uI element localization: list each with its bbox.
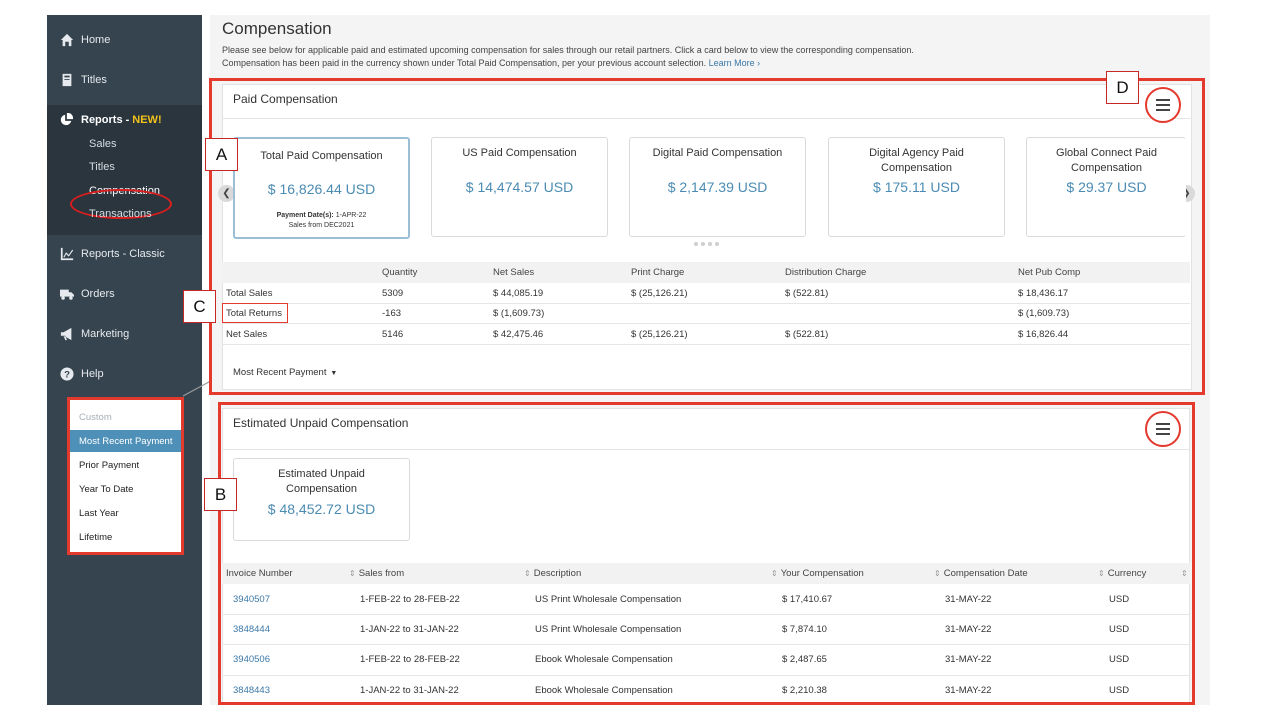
nav-reports-classic[interactable]: Reports - Classic bbox=[47, 239, 202, 269]
dropdown-option-custom[interactable]: Custom bbox=[70, 406, 181, 428]
nav-orders-label: Orders bbox=[81, 288, 115, 300]
home-icon bbox=[59, 33, 75, 47]
nav-reports-sales[interactable]: Sales bbox=[89, 138, 117, 150]
paid-section-highlight bbox=[209, 78, 1205, 395]
page-title: Compensation bbox=[222, 19, 332, 38]
dropdown-option-lifetime[interactable]: Lifetime bbox=[70, 526, 181, 548]
annotation-label-c: C bbox=[183, 290, 216, 323]
dropdown-option-ytd[interactable]: Year To Date bbox=[70, 478, 181, 500]
nav-titles[interactable]: Titles bbox=[47, 65, 202, 95]
pie-chart-icon bbox=[59, 113, 75, 127]
unpaid-section-highlight bbox=[218, 402, 1195, 705]
line-chart-icon bbox=[59, 247, 75, 261]
page: Home Titles Reports - NEW! Sales Titles … bbox=[0, 0, 1280, 720]
nav-reports-label: Reports - bbox=[81, 114, 130, 126]
nav-reports-transactions[interactable]: Transactions bbox=[89, 208, 152, 220]
megaphone-icon bbox=[59, 327, 75, 341]
book-icon bbox=[59, 73, 75, 87]
help-icon: ? bbox=[59, 367, 75, 381]
intro-text: Please see below for applicable paid and… bbox=[222, 44, 1042, 70]
nav-marketing[interactable]: Marketing bbox=[47, 319, 202, 349]
annotation-label-d: D bbox=[1106, 71, 1139, 104]
dropdown-option-prior[interactable]: Prior Payment bbox=[70, 454, 181, 476]
nav-reports-titles[interactable]: Titles bbox=[89, 161, 115, 173]
nav-titles-label: Titles bbox=[81, 74, 107, 86]
truck-icon bbox=[59, 287, 75, 301]
intro-line-1: Please see below for applicable paid and… bbox=[222, 45, 914, 55]
new-badge: NEW! bbox=[132, 114, 162, 126]
nav-home-label: Home bbox=[81, 34, 111, 46]
reports-section: Reports - NEW! Sales Titles Compensation… bbox=[47, 105, 202, 235]
dropdown-option-most-recent[interactable]: Most Recent Payment bbox=[70, 430, 181, 452]
svg-text:?: ? bbox=[64, 370, 70, 381]
nav-help-label: Help bbox=[81, 368, 104, 380]
dropdown-option-last-year[interactable]: Last Year bbox=[70, 502, 181, 524]
intro-line-2: Compensation has been paid in the curren… bbox=[222, 58, 707, 68]
annotation-label-b: B bbox=[204, 478, 237, 511]
nav-home[interactable]: Home bbox=[47, 25, 202, 55]
sidebar: Home Titles Reports - NEW! Sales Titles … bbox=[47, 15, 202, 705]
nav-marketing-label: Marketing bbox=[81, 328, 130, 340]
nav-orders[interactable]: Orders bbox=[47, 279, 202, 309]
learn-more-link[interactable]: Learn More › bbox=[709, 58, 761, 68]
nav-reports[interactable]: Reports - NEW! bbox=[59, 113, 162, 127]
nav-reports-classic-label: Reports - Classic bbox=[81, 248, 165, 260]
annotation-label-a: A bbox=[205, 138, 238, 171]
period-dropdown-menu: Custom Most Recent Payment Prior Payment… bbox=[67, 397, 184, 555]
